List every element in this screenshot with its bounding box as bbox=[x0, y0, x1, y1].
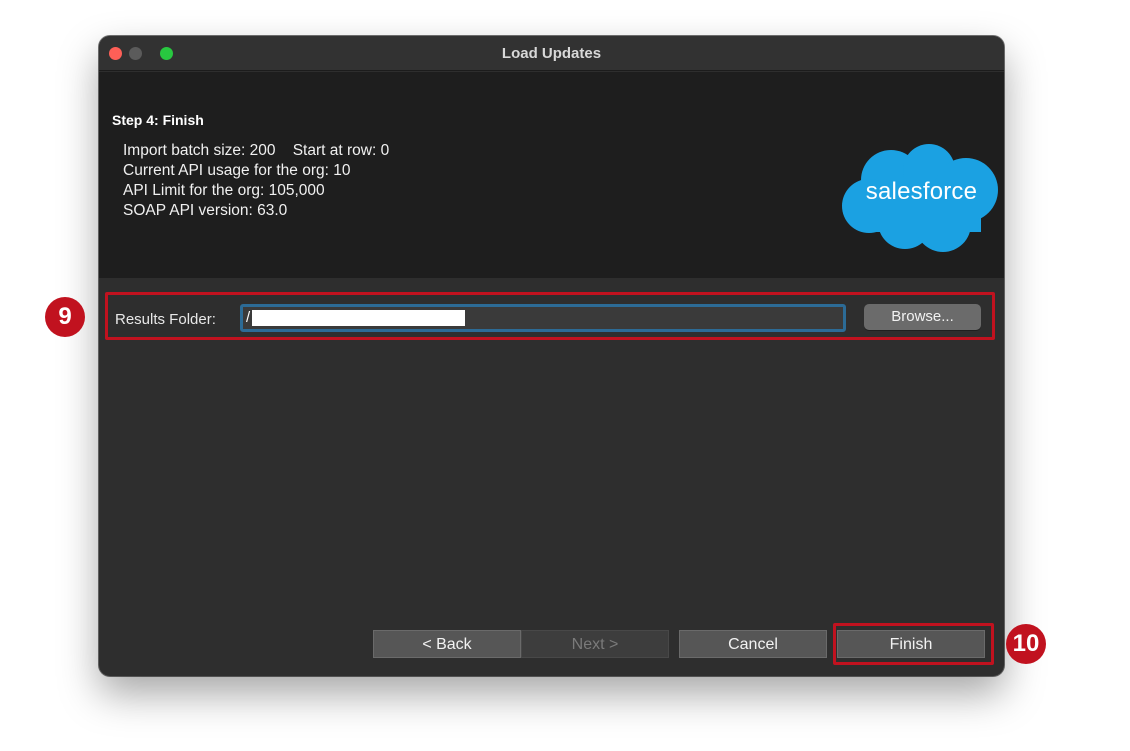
annotation-box-results-folder bbox=[105, 292, 995, 340]
load-updates-window: Load Updates salesforce Step 4: Finish I… bbox=[99, 36, 1004, 676]
next-button[interactable]: Next > bbox=[521, 630, 669, 658]
info-line-soap-version: SOAP API version: 63.0 bbox=[123, 202, 288, 219]
annotation-box-finish bbox=[833, 623, 994, 665]
annotation-badge-10: 10 bbox=[1006, 624, 1046, 664]
info-line-api-usage: Current API usage for the org: 10 bbox=[123, 162, 351, 179]
salesforce-logo: salesforce bbox=[839, 142, 1004, 257]
step-title: Step 4: Finish bbox=[112, 112, 204, 128]
batch-info: Import batch size: 200 Start at row: 0 C… bbox=[123, 141, 389, 221]
info-line-batch-size: Import batch size: 200 Start at row: 0 bbox=[123, 142, 390, 159]
info-line-api-limit: API Limit for the org: 105,000 bbox=[123, 182, 325, 199]
salesforce-logo-text: salesforce bbox=[865, 178, 978, 205]
back-button[interactable]: < Back bbox=[373, 630, 521, 658]
annotation-badge-9: 9 bbox=[45, 297, 85, 337]
cancel-button[interactable]: Cancel bbox=[679, 630, 827, 658]
title-bar: Load Updates bbox=[99, 36, 1004, 71]
window-title: Load Updates bbox=[501, 45, 602, 62]
